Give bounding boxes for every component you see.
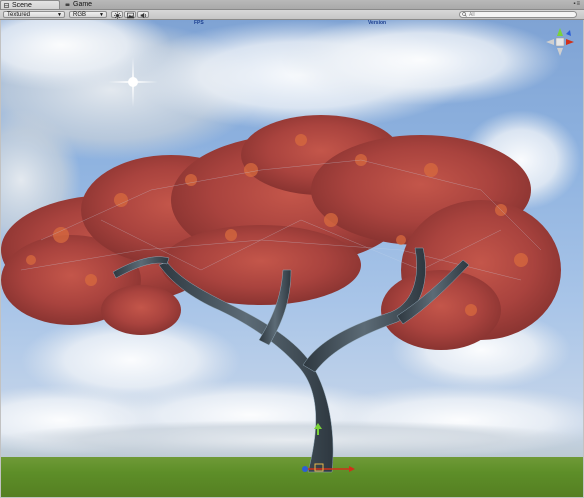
audio-toggle-button[interactable] <box>137 11 149 19</box>
lighting-toggle-button[interactable] <box>111 11 123 19</box>
scene-icon <box>4 3 9 8</box>
window-menu-icon[interactable]: ▪≡ <box>573 1 581 8</box>
maple-tree[interactable] <box>1 20 583 497</box>
chevron-down-icon: ▼ <box>99 12 104 18</box>
lighting-icon <box>114 12 121 19</box>
color-mode-value: RGB <box>73 12 87 18</box>
render-mode-dropdown[interactable]: Textured ▼ <box>3 11 65 18</box>
tab-game-label: Game <box>73 1 93 8</box>
image-effects-toggle-button[interactable] <box>124 11 136 19</box>
game-icon <box>65 3 70 6</box>
chevron-down-icon: ▼ <box>57 12 62 18</box>
y-axis-handle-icon[interactable] <box>314 423 322 435</box>
axis-gizmo-icon[interactable] <box>542 24 578 60</box>
window-tab-bar: Scene Game ▪≡ <box>0 0 584 10</box>
search-field[interactable]: All <box>459 11 577 18</box>
image-effects-icon <box>127 12 134 19</box>
search-icon <box>462 12 467 17</box>
color-mode-dropdown[interactable]: RGB ▼ <box>69 11 107 18</box>
render-mode-value: Textured <box>7 12 31 18</box>
scene-toolbar: Textured ▼ RGB ▼ All <box>0 10 584 20</box>
search-placeholder: All <box>469 12 475 18</box>
tab-scene[interactable]: Scene <box>0 0 60 9</box>
audio-icon <box>140 12 147 19</box>
tab-game[interactable]: Game <box>62 0 122 9</box>
tab-scene-label: Scene <box>12 2 32 9</box>
scene-viewport[interactable]: FPS Version <box>1 20 583 497</box>
transform-gizmo[interactable] <box>299 461 359 475</box>
